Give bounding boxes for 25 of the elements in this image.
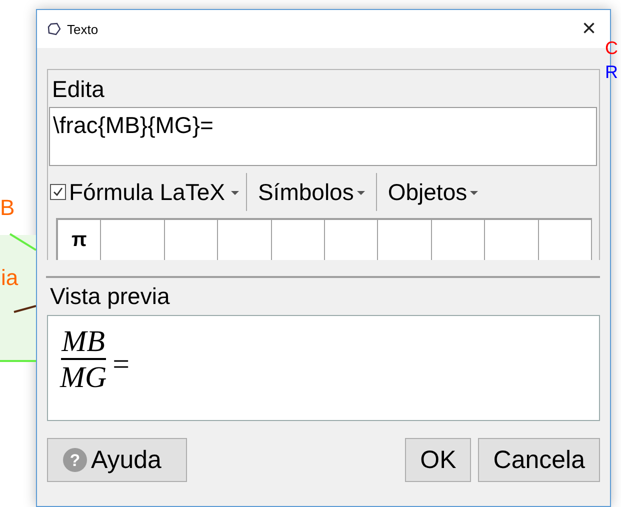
- help-icon: ?: [62, 447, 88, 473]
- section-label: Vista previa: [49, 282, 171, 311]
- latex-input-field[interactable]: \frac{MB}{MG}=: [49, 107, 597, 166]
- dropdown-menu[interactable]: Objetos: [384, 178, 482, 206]
- ok-button[interactable]: OK: [405, 438, 472, 482]
- symbol-cell[interactable]: π: [58, 220, 102, 260]
- checkbox-label: Fórmula LaTeX: [69, 178, 225, 206]
- equals-sign: =: [112, 348, 130, 382]
- help-button[interactable]: ? Ayuda: [47, 438, 187, 482]
- fraction-numerator: MB: [60, 326, 106, 360]
- canvas-label: ia: [1, 265, 18, 291]
- caret-icon: [356, 191, 365, 196]
- caret-icon: [470, 191, 478, 196]
- cancel-button[interactable]: Cancela: [478, 438, 600, 482]
- caret-icon: [230, 191, 239, 196]
- polygon-icon: [47, 22, 61, 36]
- checkmark-icon: [51, 185, 65, 199]
- latex-checkbox[interactable]: Fórmula LaTeX: [49, 178, 239, 206]
- section-label: Edita: [51, 75, 106, 104]
- dropdown-menu[interactable]: Símbolos: [254, 178, 369, 206]
- canvas-label: B: [0, 195, 15, 221]
- fraction-denominator: MG: [60, 360, 107, 396]
- window-title: Texto: [67, 22, 100, 36]
- close-button[interactable]: ×: [576, 15, 602, 43]
- checkbox[interactable]: [50, 184, 66, 200]
